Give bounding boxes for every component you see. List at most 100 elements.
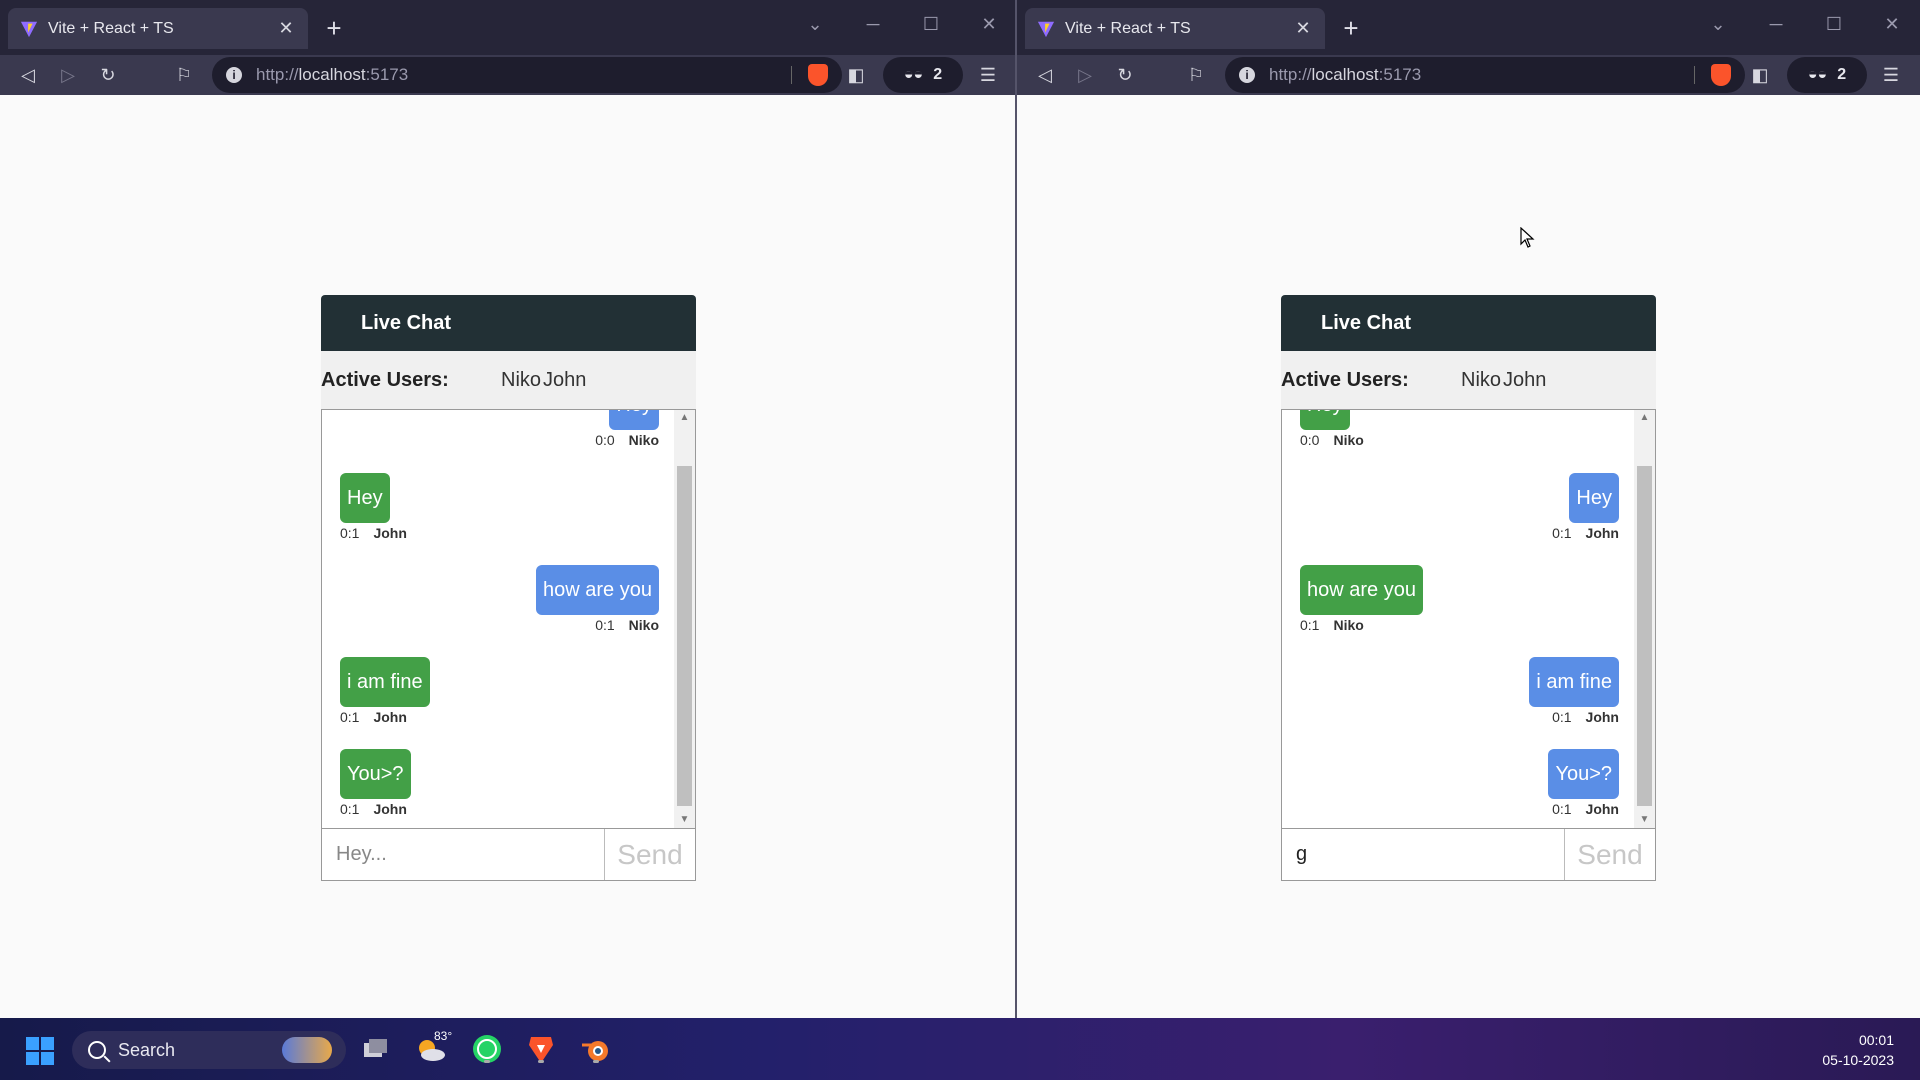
minimize-icon[interactable]: ─ (844, 8, 902, 40)
scroll-up-icon[interactable]: ▲ (674, 410, 695, 426)
message-bubble: Hey (340, 473, 390, 523)
message-composer: Send (321, 829, 696, 881)
message-input[interactable] (322, 829, 605, 880)
url-separator (1694, 66, 1695, 84)
minimize-icon[interactable]: ─ (1747, 8, 1805, 40)
clock-time: 00:01 (1858, 1032, 1894, 1048)
address-bar[interactable]: i http://localhost:5173 (212, 57, 842, 93)
url-port: :5173 (1378, 65, 1422, 84)
brave-shields-icon[interactable] (808, 64, 828, 86)
message-meta: 0:1 John (1548, 801, 1619, 817)
forward-icon[interactable]: ▷ (1069, 59, 1101, 91)
message-meta: 0:1 John (340, 801, 411, 817)
blender-icon[interactable] (578, 1031, 614, 1067)
scrollbar-thumb[interactable] (1637, 466, 1652, 806)
message-composer: Send (1281, 829, 1656, 881)
browser-tab[interactable]: Vite + React + TS ✕ (8, 8, 308, 49)
message-item: how are you 0:1 Niko (536, 565, 659, 633)
send-button[interactable]: Send (1565, 829, 1655, 880)
message-bubble: i am fine (1529, 657, 1619, 707)
message-scrollbar[interactable]: ▲ ▼ (674, 410, 695, 828)
url-host: localhost (298, 65, 366, 84)
reload-icon[interactable]: ↻ (92, 59, 124, 91)
message-list[interactable]: Hey 0:0 Niko Hey 0:1 John how are you 0:1 N… (1281, 409, 1656, 829)
message-meta: 0:1 John (1552, 525, 1619, 541)
send-button[interactable]: Send (605, 829, 695, 880)
scroll-down-icon[interactable]: ▼ (674, 812, 695, 828)
close-tab-icon[interactable]: ✕ (1293, 18, 1313, 39)
forward-icon[interactable]: ▷ (52, 59, 84, 91)
url-separator (791, 66, 792, 84)
weather-icon[interactable]: 83° (414, 1029, 452, 1067)
message-time: 0:1 (1552, 709, 1572, 725)
vpn-button[interactable]: ◒◒ 2 (883, 57, 963, 93)
menu-icon[interactable]: ☰ (1875, 59, 1907, 91)
message-scrollbar[interactable]: ▲ ▼ (1634, 410, 1655, 828)
tab-search-icon[interactable]: ⌄ (786, 8, 844, 40)
new-tab-icon[interactable]: + (320, 14, 348, 42)
scroll-up-icon[interactable]: ▲ (1634, 410, 1655, 426)
vpn-button[interactable]: ◒◒ 2 (1787, 57, 1867, 93)
message-time: 0:1 (595, 617, 615, 633)
maximize-icon[interactable]: ☐ (1805, 8, 1863, 40)
window-controls: ⌄ ─ ☐ ✕ (786, 8, 1015, 40)
sidebar-icon[interactable]: ◧ (1744, 59, 1776, 91)
chat-widget: Live Chat Active Users: Niko John Hey 0:… (321, 295, 696, 881)
page-viewport: Live Chat Active Users: Niko John Hey 0:… (1017, 95, 1920, 1018)
back-icon[interactable]: ◁ (12, 59, 44, 91)
active-users-label: Active Users: (1281, 368, 1409, 391)
message-time: 0:1 (340, 801, 360, 817)
message-sender: Niko (1333, 432, 1364, 448)
message-meta: 0:1 John (340, 525, 407, 541)
message-list[interactable]: Hey 0:0 Niko Hey 0:1 John how are you 0:1 N… (321, 409, 696, 829)
message-bubble: You>? (340, 749, 411, 799)
brave-browser-icon[interactable] (523, 1031, 559, 1067)
scroll-down-icon[interactable]: ▼ (1634, 812, 1655, 828)
message-input[interactable] (1282, 829, 1565, 880)
close-window-icon[interactable]: ✕ (960, 8, 1015, 40)
message-item: i am fine 0:1 John (1529, 657, 1619, 725)
browser-window-left: Vite + React + TS ✕ + ⌄ ─ ☐ ✕ ◁ ▷ ↻ ⚐ i … (0, 0, 1015, 1018)
search-label: Search (118, 1039, 176, 1060)
message-meta: 0:1 Niko (536, 617, 659, 633)
message-bubble: You>? (1548, 749, 1619, 799)
tab-search-icon[interactable]: ⌄ (1689, 8, 1747, 40)
browser-tab[interactable]: Vite + React + TS ✕ (1025, 8, 1325, 49)
message-sender: John (373, 801, 407, 817)
back-icon[interactable]: ◁ (1029, 59, 1061, 91)
whatsapp-icon[interactable] (469, 1031, 505, 1067)
running-indicator (484, 1060, 490, 1063)
brave-shields-icon[interactable] (1711, 64, 1731, 86)
message-sender: John (373, 709, 407, 725)
glasses-icon: ◒◒ (903, 66, 924, 83)
windows-start-icon[interactable] (26, 1037, 54, 1065)
site-info-icon[interactable]: i (1239, 67, 1255, 83)
sidebar-icon[interactable]: ◧ (840, 59, 872, 91)
bookmark-icon[interactable]: ⚐ (168, 59, 200, 91)
menu-icon[interactable]: ☰ (972, 59, 1004, 91)
browser-window-right: Vite + React + TS ✕ + ⌄ ─ ☐ ✕ ◁ ▷ ↻ ⚐ i … (1017, 0, 1920, 1018)
message-item: You>? 0:1 John (1548, 749, 1619, 817)
new-tab-icon[interactable]: + (1337, 14, 1365, 42)
running-indicator (593, 1060, 599, 1063)
site-info-icon[interactable]: i (226, 67, 242, 83)
active-users-row: Active Users: Niko John (321, 351, 696, 409)
message-item: Hey 0:1 John (1552, 473, 1619, 541)
message-sender: Niko (628, 432, 659, 448)
close-window-icon[interactable]: ✕ (1863, 8, 1920, 40)
reload-icon[interactable]: ↻ (1109, 59, 1141, 91)
system-clock[interactable]: 00:01 05-10-2023 (1822, 1030, 1894, 1070)
maximize-icon[interactable]: ☐ (902, 8, 960, 40)
active-user: Niko (501, 368, 542, 391)
task-view-icon[interactable] (358, 1031, 394, 1067)
scrollbar-thumb[interactable] (677, 466, 692, 806)
message-sender: John (1585, 709, 1619, 725)
url-host: localhost (1311, 65, 1379, 84)
message-item: Hey 0:1 John (340, 473, 407, 541)
bookmark-icon[interactable]: ⚐ (1180, 59, 1212, 91)
address-bar[interactable]: i http://localhost:5173 (1225, 57, 1745, 93)
close-tab-icon[interactable]: ✕ (276, 18, 296, 39)
taskbar: Search 83° 00:01 05-10-2023 (0, 1018, 1920, 1080)
active-users-list: Niko John (501, 369, 586, 392)
taskbar-search[interactable]: Search (72, 1031, 346, 1069)
